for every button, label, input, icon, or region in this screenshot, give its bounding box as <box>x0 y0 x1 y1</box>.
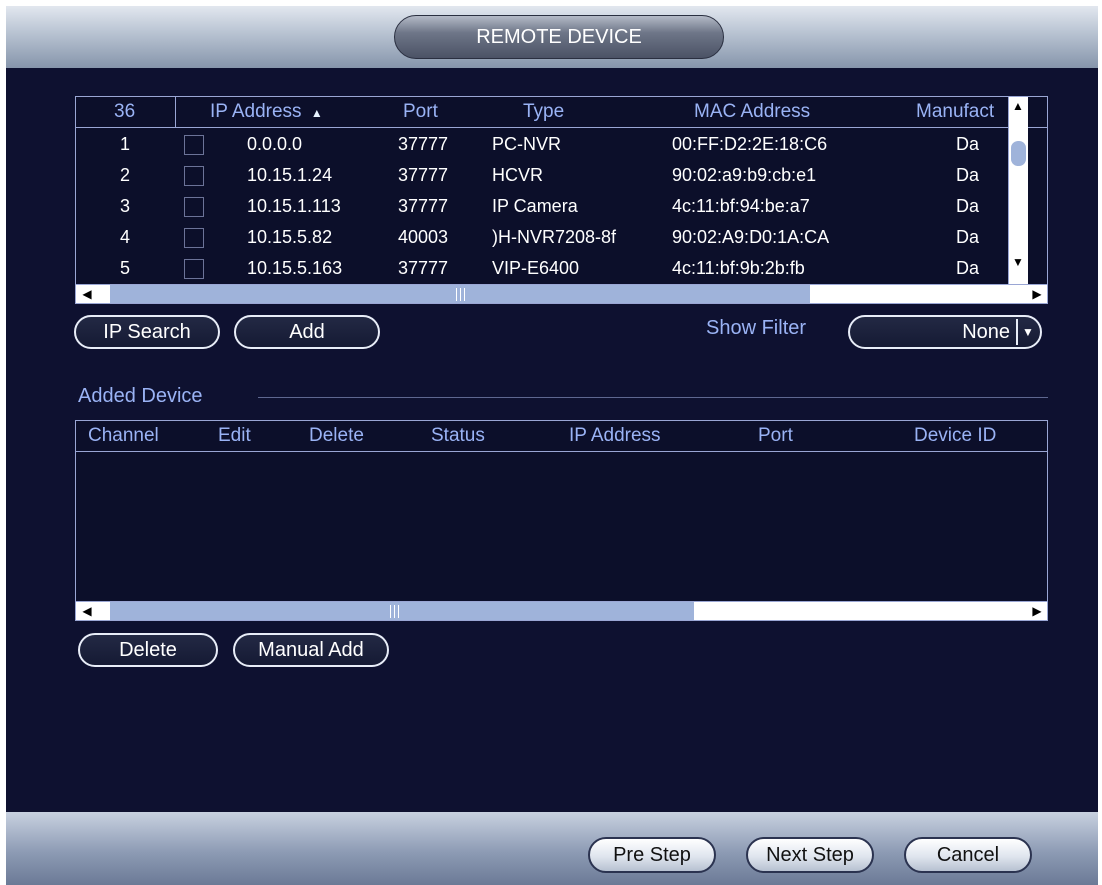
row-checkbox[interactable] <box>184 197 204 217</box>
mac-cell: 90:02:A9:D0:1A:CA <box>672 227 830 247</box>
arrow-left-icon[interactable]: ◀ <box>78 602 96 620</box>
type-cell: VIP-E6400 <box>492 258 580 278</box>
type-cell: PC-NVR <box>492 134 562 154</box>
search-results-table: 36 IP Address ▲ Port Type MAC Address Ma… <box>75 96 1048 304</box>
window-title: REMOTE DEVICE <box>394 15 724 59</box>
column-manufacturer[interactable]: Manufact <box>916 97 1006 127</box>
show-filter-label: Show Filter <box>706 317 807 339</box>
delete-button[interactable]: Delete <box>78 633 218 667</box>
type-cell: )H-NVR7208-8f <box>492 227 617 247</box>
chevron-down-icon[interactable]: ▼ <box>1016 319 1038 345</box>
sort-ascending-icon: ▲ <box>310 106 323 120</box>
column-device-id[interactable]: Device ID <box>914 421 996 451</box>
manufacturer-cell: Da <box>956 134 980 154</box>
horizontal-scroll-thumb[interactable] <box>110 602 694 620</box>
manual-add-button[interactable]: Manual Add <box>233 633 389 667</box>
arrow-right-icon[interactable]: ▶ <box>1028 285 1046 303</box>
ip-search-button[interactable]: IP Search <box>74 315 220 349</box>
section-divider <box>258 397 1048 398</box>
ip-cell: 10.15.5.163 <box>247 258 343 278</box>
remote-device-window: REMOTE DEVICE 36 IP Address ▲ Port Type … <box>6 6 1098 885</box>
table-row[interactable]: 3 10.15.1.113 37777 IP Camera 4c:11:bf:94:be… <box>76 192 1047 221</box>
column-port[interactable]: Port <box>403 97 438 127</box>
footer-bar: Pre Step Next Step Cancel <box>6 812 1098 885</box>
next-step-button[interactable]: Next Step <box>746 837 874 873</box>
column-port[interactable]: Port <box>758 421 793 451</box>
cancel-button[interactable]: Cancel <box>904 837 1032 873</box>
column-delete[interactable]: Delete <box>309 421 364 451</box>
column-ip-address[interactable]: IP Address ▲ <box>210 97 323 127</box>
manufacturer-cell: Da <box>956 227 980 247</box>
arrow-right-icon[interactable]: ▶ <box>1028 602 1046 620</box>
added-device-title: Added Device <box>78 385 203 407</box>
row-checkbox[interactable] <box>184 166 204 186</box>
column-type[interactable]: Type <box>523 97 564 127</box>
column-count[interactable]: 36 <box>114 97 135 127</box>
pre-step-button[interactable]: Pre Step <box>588 837 716 873</box>
index-cell: 1 <box>120 134 131 154</box>
add-button[interactable]: Add <box>234 315 380 349</box>
table-row[interactable]: 1 0.0.0.0 37777 PC-NVR 00:FF:D2:2E:18:C6 Da <box>76 130 1047 159</box>
mac-cell: 90:02:a9:b9:cb:e1 <box>672 165 817 185</box>
vertical-scrollbar[interactable]: ▲ ▼ <box>1008 97 1028 284</box>
mac-cell: 00:FF:D2:2E:18:C6 <box>672 134 828 154</box>
horizontal-scroll-thumb[interactable] <box>110 285 810 303</box>
table-row[interactable]: 2 10.15.1.24 37777 HCVR 90:02:a9:b9:cb:e1 Da <box>76 161 1047 190</box>
port-cell: 37777 <box>398 165 449 185</box>
index-cell: 5 <box>120 258 131 278</box>
index-cell: 4 <box>120 227 131 247</box>
ip-cell: 10.15.1.24 <box>247 165 333 185</box>
table-row[interactable]: 5 10.15.5.163 37777 VIP-E6400 4c:11:bf:9b:2b… <box>76 254 1047 283</box>
row-checkbox[interactable] <box>184 259 204 279</box>
added-table-header: Channel Edit Delete Status IP Address Po… <box>76 421 1047 452</box>
ip-cell: 10.15.5.82 <box>247 227 333 247</box>
arrow-down-icon[interactable]: ▼ <box>1009 253 1027 272</box>
index-cell: 2 <box>120 165 131 185</box>
type-cell: HCVR <box>492 165 544 185</box>
port-cell: 37777 <box>398 196 449 216</box>
column-status[interactable]: Status <box>431 421 485 451</box>
ip-cell: 10.15.1.113 <box>247 196 341 216</box>
arrow-left-icon[interactable]: ◀ <box>78 285 96 303</box>
manufacturer-cell: Da <box>956 196 980 216</box>
filter-select[interactable]: None ▼ <box>848 315 1042 349</box>
added-device-table: Channel Edit Delete Status IP Address Po… <box>75 420 1048 621</box>
column-channel[interactable]: Channel <box>88 421 159 451</box>
horizontal-scrollbar[interactable]: ◀ ▶ <box>76 601 1047 620</box>
index-cell: 3 <box>120 196 131 216</box>
column-mac-address[interactable]: MAC Address <box>694 97 810 127</box>
column-ip-address-label: IP Address <box>210 101 302 122</box>
port-cell: 40003 <box>398 227 449 247</box>
filter-value: None <box>962 321 1010 343</box>
mac-cell: 4c:11:bf:9b:2b:fb <box>672 258 805 278</box>
mac-cell: 4c:11:bf:94:be:a7 <box>672 196 810 216</box>
port-cell: 37777 <box>398 258 449 278</box>
vertical-scroll-thumb[interactable] <box>1011 141 1026 166</box>
manufacturer-cell: Da <box>956 165 980 185</box>
type-cell: IP Camera <box>492 196 578 216</box>
search-table-header: 36 IP Address ▲ Port Type MAC Address Ma… <box>76 97 1047 128</box>
port-cell: 37777 <box>398 134 449 154</box>
title-bar: REMOTE DEVICE <box>6 6 1098 68</box>
horizontal-scrollbar[interactable]: ◀ ▶ <box>76 284 1047 303</box>
arrow-up-icon[interactable]: ▲ <box>1009 97 1027 116</box>
table-row[interactable]: 4 10.15.5.82 40003 )H-NVR7208-8f 90:02:A9:D0… <box>76 223 1047 252</box>
row-checkbox[interactable] <box>184 135 204 155</box>
manufacturer-cell: Da <box>956 258 980 278</box>
ip-cell: 0.0.0.0 <box>247 134 303 154</box>
row-checkbox[interactable] <box>184 228 204 248</box>
column-ip-address[interactable]: IP Address <box>569 421 661 451</box>
column-edit[interactable]: Edit <box>218 421 251 451</box>
